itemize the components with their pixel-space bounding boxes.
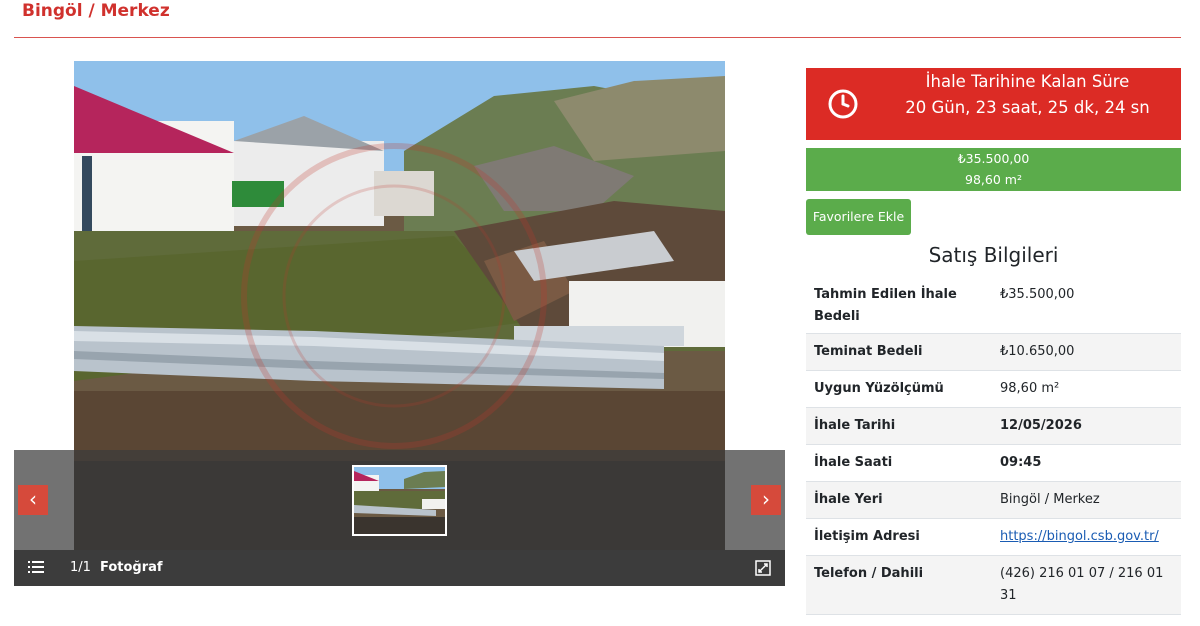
table-row: Teminat Bedeli ₺10.650,00	[806, 334, 1181, 371]
list-icon[interactable]	[28, 560, 44, 574]
photo-label: Fotoğraf	[100, 560, 163, 575]
next-photo-button[interactable]: ›	[751, 485, 781, 515]
price-summary: ₺35.500,00 98,60 m²	[806, 148, 1181, 191]
row-value: ₺10.650,00	[1000, 344, 1075, 359]
row-label: Telefon / Dahili	[814, 566, 924, 581]
photo-thumbnail[interactable]	[352, 465, 447, 536]
row-value: https://bingol.csb.gov.tr/	[1000, 526, 1175, 548]
area-value: 98,60 m²	[965, 172, 1022, 187]
table-row: Telefon / Dahili (426) 216 01 07 / 216 0…	[806, 556, 1181, 615]
chevron-left-icon: ‹	[29, 487, 37, 511]
row-label: İhale Saati	[814, 455, 893, 470]
countdown-banner: İhale Tarihine Kalan Süre 20 Gün, 23 saa…	[806, 68, 1181, 140]
add-favorite-button[interactable]: Favorilere Ekle	[806, 199, 911, 235]
expand-icon[interactable]	[755, 560, 771, 576]
price-value: ₺35.500,00	[957, 151, 1030, 166]
table-row: Tahmin Edilen İhale Bedeli ₺35.500,00	[806, 274, 1181, 334]
photo-gallery: ‹ › 1/1 Fotoğraf	[14, 61, 785, 586]
countdown-time: 20 Gün, 23 saat, 25 dk, 24 sn	[905, 98, 1150, 117]
row-label: İhale Tarihi	[814, 418, 896, 433]
gallery-toolbar: 1/1 Fotoğraf	[14, 550, 785, 586]
page-title: Bingöl / Merkez	[22, 1, 170, 21]
table-row: İhale Tarihi 12/05/2026	[806, 408, 1181, 445]
sale-info-title: Satış Bilgileri	[928, 243, 1059, 267]
row-value: ₺35.500,00	[1000, 287, 1075, 302]
sale-info-table: Tahmin Edilen İhale Bedeli ₺35.500,00 Te…	[806, 274, 1181, 615]
row-value: (426) 216 01 07 / 216 01 31	[1000, 566, 1164, 603]
row-value: Bingöl / Merkez	[1000, 492, 1100, 507]
photo-counter: 1/1	[70, 560, 91, 575]
countdown-title: İhale Tarihine Kalan Süre	[925, 72, 1130, 91]
thumbnail-strip	[14, 450, 785, 550]
row-label: Teminat Bedeli	[814, 344, 923, 359]
clock-icon	[828, 89, 858, 119]
contact-address-link[interactable]: https://bingol.csb.gov.tr/	[1000, 529, 1159, 544]
prev-photo-button[interactable]: ‹	[18, 485, 48, 515]
row-value: 09:45	[1000, 455, 1042, 470]
table-row: Uygun Yüzölçümü 98,60 m²	[806, 371, 1181, 408]
row-value: 98,60 m²	[1000, 381, 1060, 396]
table-row: İhale Saati 09:45	[806, 445, 1181, 482]
table-row: İhale Yeri Bingöl / Merkez	[806, 482, 1181, 519]
row-value: 12/05/2026	[1000, 418, 1082, 433]
table-row: İletişim Adresi https://bingol.csb.gov.t…	[806, 519, 1181, 556]
row-label: İhale Yeri	[814, 492, 883, 507]
row-label: Tahmin Edilen İhale Bedeli	[814, 287, 957, 324]
chevron-right-icon: ›	[762, 487, 770, 511]
row-label: İletişim Adresi	[814, 529, 920, 544]
row-label: Uygun Yüzölçümü	[814, 381, 944, 396]
title-divider	[14, 37, 1181, 38]
